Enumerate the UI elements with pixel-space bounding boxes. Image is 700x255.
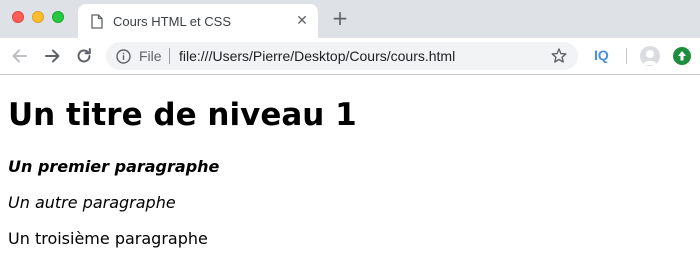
forward-button[interactable] (42, 46, 62, 66)
iq-extension-icon[interactable]: IQ (594, 47, 609, 63)
window-maximize-button[interactable] (52, 11, 64, 23)
omnibox-divider (169, 48, 170, 64)
scheme-label: File (139, 48, 162, 64)
reload-button[interactable] (74, 46, 94, 66)
toolbar-divider (626, 48, 627, 64)
arrow-right-icon (45, 49, 60, 63)
info-icon[interactable] (116, 49, 131, 68)
star-icon[interactable] (550, 47, 568, 65)
paragraph-bold-italic: Un premier paragraphe (8, 157, 220, 176)
url-text[interactable]: file:///Users/Pierre/Desktop/Cours/cours… (179, 48, 455, 64)
browser-titlebar: Cours HTML et CSS ✕ + (0, 0, 700, 38)
browser-tab[interactable]: Cours HTML et CSS ✕ (78, 4, 318, 38)
avatar[interactable] (640, 46, 660, 66)
arrow-left-icon (12, 49, 27, 63)
paragraph-italic: Un autre paragraphe (8, 193, 176, 212)
new-tab-button[interactable]: + (330, 8, 350, 28)
paragraph-plain: Un troisième paragraphe (8, 229, 208, 248)
page-icon (91, 14, 103, 33)
window-close-button[interactable] (12, 11, 24, 23)
tab-title: Cours HTML et CSS (113, 14, 231, 29)
back-button[interactable] (10, 46, 30, 66)
address-bar[interactable]: File file:///Users/Pierre/Desktop/Cours/… (106, 42, 578, 70)
update-available-icon[interactable] (673, 47, 691, 65)
tab-close-icon[interactable]: ✕ (294, 13, 310, 29)
page-heading: Un titre de niveau 1 (8, 97, 357, 133)
window-minimize-button[interactable] (32, 11, 44, 23)
reload-icon (77, 48, 91, 63)
